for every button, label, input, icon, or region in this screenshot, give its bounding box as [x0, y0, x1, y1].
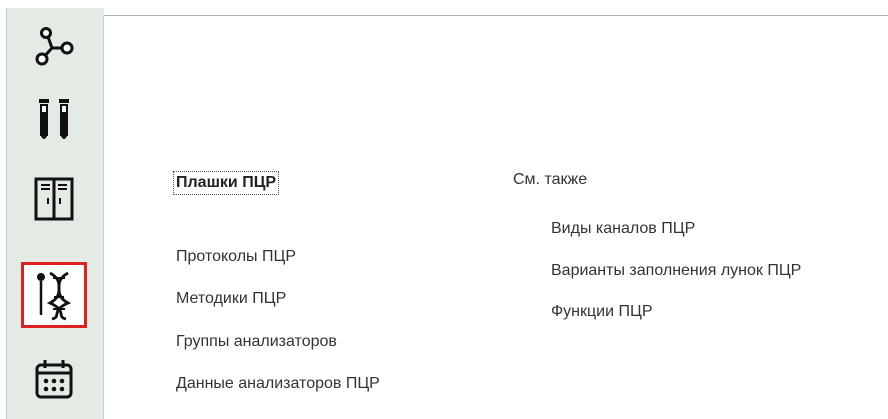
sidebar-item-calendar[interactable]	[21, 346, 87, 412]
sidebar-item-pcr[interactable]	[21, 262, 87, 328]
link-channel-types[interactable]: Виды каналов ПЦР	[551, 220, 695, 238]
dna-probe-icon	[32, 269, 76, 321]
link-pcr-plates[interactable]: Плашки ПЦР	[172, 171, 280, 195]
sidebar-item-molecule[interactable]	[21, 14, 87, 80]
link-analyzer-data[interactable]: Данные анализаторов ПЦР	[176, 375, 380, 393]
link-pcr-methods[interactable]: Методики ПЦР	[176, 290, 286, 308]
lockers-icon	[32, 176, 76, 222]
link-pcr-protocols[interactable]: Протоколы ПЦР	[176, 248, 296, 266]
link-pcr-functions[interactable]: Функции ПЦР	[551, 303, 653, 321]
test-tubes-icon	[32, 96, 76, 146]
calendar-icon	[32, 357, 76, 401]
see-also-title: См. также	[513, 171, 588, 188]
molecule-icon	[32, 25, 76, 69]
link-well-fill-variants[interactable]: Варианты заполнения лунок ПЦР	[551, 262, 801, 280]
sidebar	[6, 8, 104, 419]
sidebar-item-lockers[interactable]	[21, 166, 87, 232]
link-analyzer-groups[interactable]: Группы анализаторов	[176, 333, 337, 351]
sidebar-item-test-tubes[interactable]	[21, 88, 87, 154]
window-top-frame	[0, 0, 888, 8]
main-content: Плашки ПЦР Протоколы ПЦР Методики ПЦР Гр…	[104, 16, 888, 419]
